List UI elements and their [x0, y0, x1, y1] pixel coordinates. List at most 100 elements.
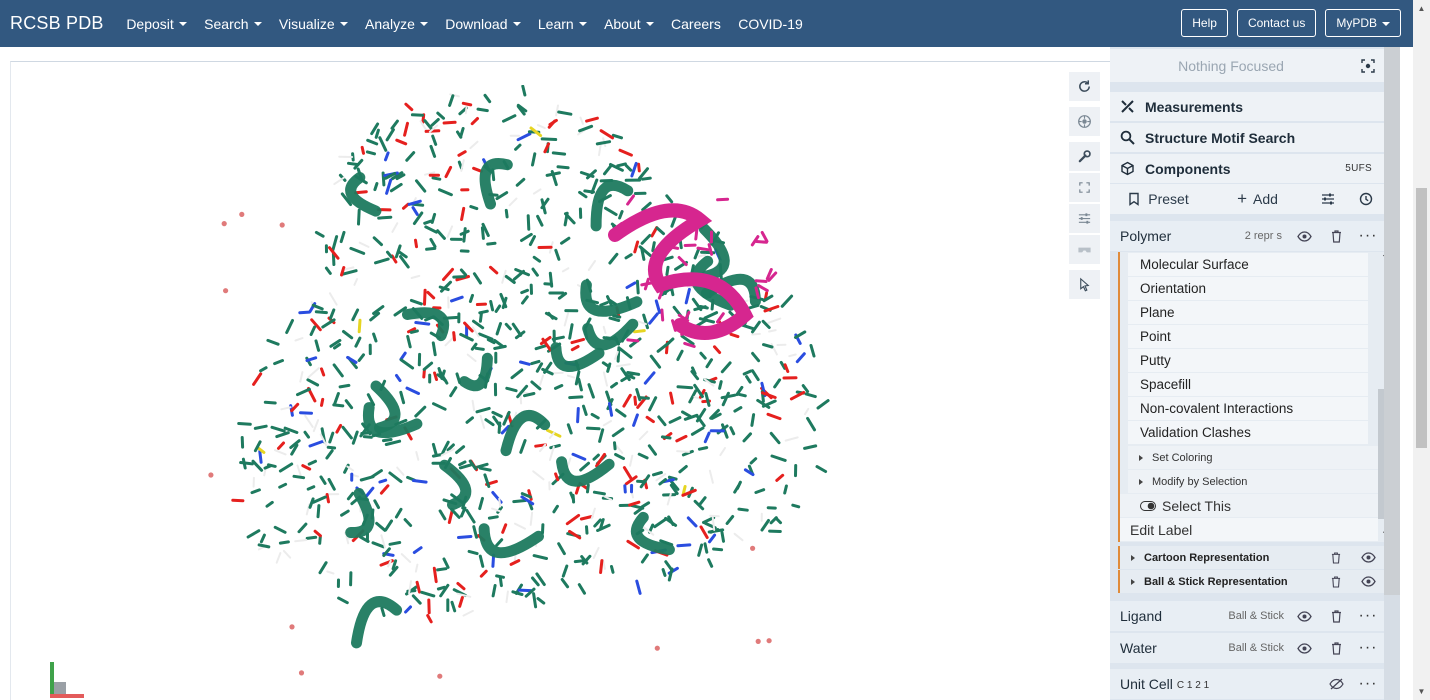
page-scroll-thumb[interactable]	[1416, 188, 1427, 448]
option-spacefill[interactable]: Spacefill	[1128, 373, 1368, 396]
nav-deposit[interactable]: Deposit	[118, 16, 196, 32]
nav-covid[interactable]: COVID-19	[730, 16, 812, 32]
nav-download-label: Download	[445, 15, 508, 32]
cartoon-visibility-button[interactable]	[1352, 546, 1384, 569]
unit-cell-visibility-button[interactable]	[1320, 669, 1352, 699]
nav-deposit-label: Deposit	[126, 15, 174, 32]
option-noncovalent[interactable]: Non-covalent Interactions	[1128, 397, 1368, 420]
polymer-component-row[interactable]: Polymer 2 repr s ···	[1110, 221, 1384, 251]
brand-logo[interactable]: RCSB PDB	[10, 13, 104, 34]
search-icon	[1120, 130, 1135, 145]
option-plane[interactable]: Plane	[1128, 301, 1368, 324]
cartoon-delete-button[interactable]	[1320, 546, 1352, 569]
nav-analyze[interactable]: Analyze	[356, 16, 436, 32]
cube-icon	[1121, 161, 1134, 176]
plus-icon: +	[1237, 189, 1247, 208]
water-more-button[interactable]: ···	[1352, 633, 1384, 663]
unit-cell-more-button[interactable]: ···	[1352, 669, 1384, 699]
component-options-button[interactable]	[1309, 184, 1347, 214]
water-delete-button[interactable]	[1320, 633, 1352, 663]
target-icon	[1078, 115, 1091, 128]
entry-id-badge: 5UFS	[1345, 163, 1372, 174]
crosshair-icon	[1361, 58, 1375, 73]
cursor-icon	[1080, 277, 1090, 292]
viewer-toolbar	[1069, 72, 1100, 301]
viewer-settings-button[interactable]	[1069, 204, 1100, 233]
ellipsis-icon: ···	[1358, 675, 1378, 692]
ball-stick-repr-row[interactable]: Ball & Stick Representation	[1118, 570, 1384, 593]
polymer-repr-count: 2 repr s	[1244, 230, 1282, 242]
polymer-visibility-button[interactable]	[1288, 221, 1320, 251]
control-panel: Nothing Focused Measurements Structure M…	[1110, 47, 1384, 700]
components-controls: Preset + Add	[1110, 184, 1384, 214]
water-visibility-button[interactable]	[1288, 633, 1320, 663]
ligand-more-button[interactable]: ···	[1352, 601, 1384, 631]
scroll-down-arrow-icon[interactable]: ▼	[1413, 683, 1430, 700]
option-point[interactable]: Point	[1128, 325, 1368, 348]
nav-search[interactable]: Search	[195, 16, 270, 32]
option-molecular-surface[interactable]: Molecular Surface	[1128, 253, 1368, 276]
motif-search-section[interactable]: Structure Motif Search	[1110, 123, 1384, 152]
molecule-structure-render[interactable]	[190, 85, 860, 685]
mypdb-button[interactable]: MyPDB	[1325, 9, 1401, 37]
modify-selection-label: Modify by Selection	[1152, 475, 1248, 488]
nav-learn[interactable]: Learn	[529, 16, 595, 32]
nav-about[interactable]: About	[595, 16, 662, 32]
option-orientation[interactable]: Orientation	[1128, 277, 1368, 300]
help-button[interactable]: Help	[1181, 9, 1228, 37]
focus-target-button[interactable]	[1352, 49, 1384, 82]
components-section[interactable]: Components 5UFS	[1110, 154, 1384, 183]
selection-mode-button[interactable]	[1069, 270, 1100, 299]
nav-about-label: About	[604, 15, 641, 32]
set-coloring-item[interactable]: Set Coloring	[1128, 446, 1378, 469]
add-component-button[interactable]: + Add	[1206, 184, 1309, 214]
nav-menu: Deposit Search Visualize Analyze Downloa…	[118, 16, 812, 32]
cartoon-repr-label: Cartoon Representation	[1144, 551, 1270, 564]
ligand-label: Ligand	[1120, 608, 1163, 624]
cartoon-repr-row[interactable]: Cartoon Representation	[1118, 546, 1384, 569]
reset-camera-button[interactable]	[1069, 72, 1100, 101]
modify-selection-item[interactable]: Modify by Selection	[1128, 470, 1378, 493]
triangle-right-icon	[1139, 455, 1143, 461]
wrench-icon	[1078, 150, 1091, 163]
focus-status: Nothing Focused	[1178, 57, 1284, 74]
edit-label-item[interactable]: Edit Label	[1120, 518, 1378, 541]
page-scrollbar[interactable]: ▲ ▼	[1413, 0, 1430, 700]
ball-stick-visibility-button[interactable]	[1352, 570, 1384, 593]
settings-wrench-button[interactable]	[1069, 142, 1100, 171]
unit-cell-component-row[interactable]: Unit Cell C 1 2 1 ···	[1110, 669, 1384, 699]
axes-indicator	[50, 662, 84, 698]
polymer-label: Polymer	[1120, 228, 1172, 244]
eye-off-icon	[1328, 678, 1344, 690]
option-putty[interactable]: Putty	[1128, 349, 1368, 372]
spin-button[interactable]	[1069, 107, 1100, 136]
measurements-section[interactable]: Measurements	[1110, 92, 1384, 121]
preset-label: Preset	[1148, 191, 1189, 207]
vr-button[interactable]	[1069, 235, 1100, 264]
ligand-component-row[interactable]: Ligand Ball & Stick ···	[1110, 601, 1384, 631]
ball-stick-delete-button[interactable]	[1320, 570, 1352, 593]
contact-button[interactable]: Contact us	[1236, 9, 1317, 37]
ligand-visibility-button[interactable]	[1288, 601, 1320, 631]
ligand-delete-button[interactable]	[1320, 601, 1352, 631]
atoms-bonds-group	[208, 85, 830, 679]
fullscreen-button[interactable]	[1069, 173, 1100, 202]
ellipsis-icon: ···	[1358, 639, 1378, 656]
panel-scrollbar[interactable]	[1384, 47, 1400, 700]
select-this-label: Select This	[1162, 497, 1231, 514]
history-button[interactable]	[1347, 184, 1384, 214]
scroll-up-arrow-icon[interactable]: ▲	[1413, 0, 1430, 17]
nav-download[interactable]: Download	[437, 16, 530, 32]
polymer-more-button[interactable]: ···	[1352, 221, 1384, 251]
nav-careers[interactable]: Careers	[662, 16, 729, 32]
water-component-row[interactable]: Water Ball & Stick ···	[1110, 633, 1384, 663]
bookmark-icon	[1129, 192, 1139, 206]
viewer-top-strip	[0, 47, 1110, 61]
nav-visualize[interactable]: Visualize	[270, 16, 356, 32]
eye-icon	[1296, 610, 1312, 622]
select-this-item[interactable]: Select This	[1120, 494, 1378, 517]
preset-button[interactable]: Preset	[1110, 184, 1206, 214]
polymer-delete-button[interactable]	[1320, 221, 1352, 251]
option-validation-clashes[interactable]: Validation Clashes	[1128, 421, 1368, 444]
panel-scroll-thumb[interactable]	[1384, 47, 1400, 595]
